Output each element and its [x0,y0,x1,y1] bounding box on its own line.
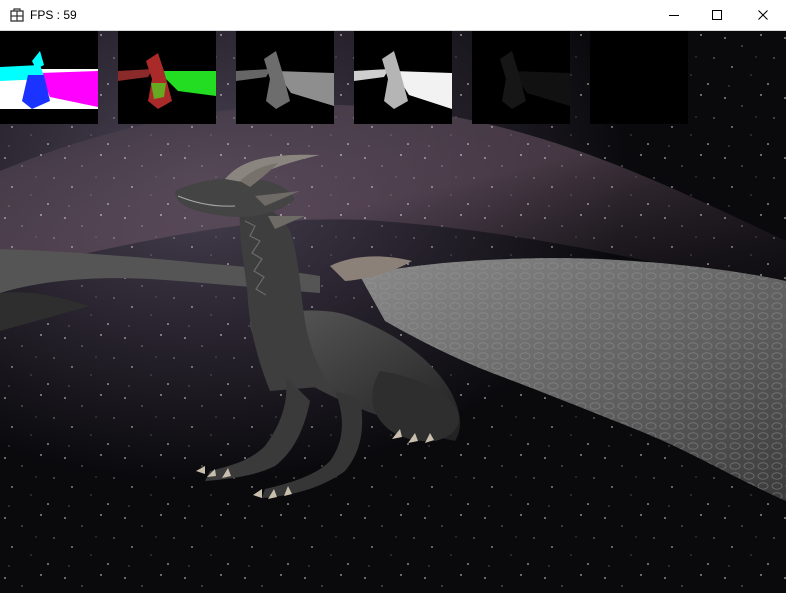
app-grid-icon [10,8,24,22]
title-bar[interactable]: FPS : 59 [0,0,786,31]
position-buffer-thumbnail[interactable] [0,31,98,124]
albedo-buffer-image [236,31,334,124]
close-button[interactable] [740,0,786,30]
minimize-button[interactable] [651,0,697,30]
render-viewport[interactable] [0,31,786,593]
position-buffer-image [0,31,98,124]
window-title: FPS : 59 [30,8,77,22]
empty-buffer-thumbnail[interactable] [590,31,688,124]
lighting-buffer-image [354,31,452,124]
close-icon [758,10,768,20]
specular-buffer-image [472,31,570,124]
empty-buffer-image [590,31,688,124]
normal-buffer-image [118,31,216,124]
albedo-buffer-thumbnail[interactable] [236,31,334,124]
gbuffer-thumbnails [0,31,786,124]
maximize-button[interactable] [694,0,740,30]
app-window: FPS : 59 [0,0,786,593]
minimize-icon [669,15,679,16]
normal-buffer-thumbnail[interactable] [118,31,216,124]
specular-buffer-thumbnail[interactable] [472,31,570,124]
lighting-buffer-thumbnail[interactable] [354,31,452,124]
maximize-icon [712,10,722,20]
